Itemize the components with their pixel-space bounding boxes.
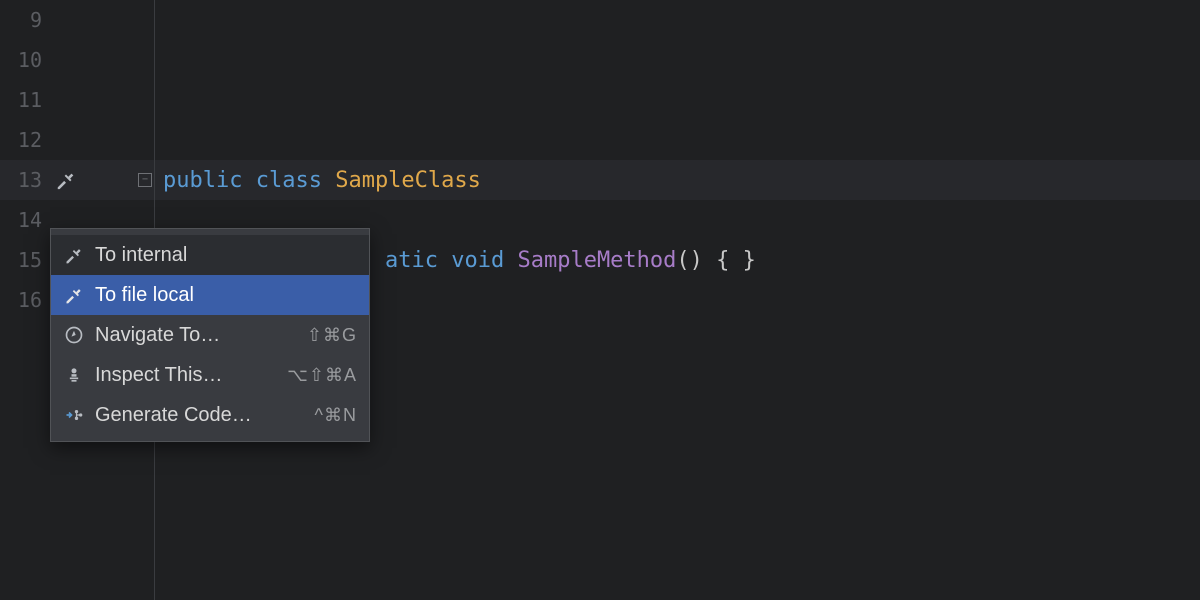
code-content[interactable]: public class SampleClass [155,168,481,193]
menu-item-label: To file local [95,284,347,307]
token-punctuation: () { } [676,248,755,273]
menu-item-generate-code[interactable]: Generate Code… ^⌘N [51,395,369,435]
fold-marker-icon[interactable]: − [138,173,152,187]
hammer-icon [63,244,85,266]
menu-item-shortcut: ⌥⇧⌘A [287,365,357,386]
compass-icon [63,324,85,346]
fold-column [95,80,155,120]
menu-item-shortcut: ⇧⌘G [307,325,357,346]
quick-fix-menu[interactable]: To internal To file local Navigate To… ⇧… [50,228,370,442]
line-number: 15 [0,248,50,272]
line-number: 12 [0,128,50,152]
fold-column[interactable]: − [95,160,155,200]
line-number: 11 [0,88,50,112]
code-line[interactable]: 10 [0,40,1200,80]
token-method: SampleMethod [517,248,676,273]
menu-item-navigate-to[interactable]: Navigate To… ⇧⌘G [51,315,369,355]
menu-item-label: Inspect This… [95,364,277,387]
code-editor: 9 10 11 12 13 − public class Samp [0,0,1200,600]
line-number: 9 [0,8,50,32]
line-number: 16 [0,288,50,312]
fold-column [95,0,155,40]
token-keyword: public [163,168,256,193]
menu-item-to-internal[interactable]: To internal [51,235,369,275]
token-type: SampleClass [335,168,481,193]
hammer-icon [63,284,85,306]
inspector-icon [63,364,85,386]
menu-item-label: To internal [95,244,347,267]
menu-item-shortcut: ^⌘N [315,405,357,426]
menu-item-label: Navigate To… [95,324,297,347]
code-line[interactable]: 12 [0,120,1200,160]
token-keyword: class [256,168,335,193]
generate-icon [63,404,85,426]
code-line-current[interactable]: 13 − public class SampleClass [0,160,1200,200]
fold-column [95,40,155,80]
menu-item-to-file-local[interactable]: To file local [51,275,369,315]
token-keyword: void [451,248,517,273]
code-line[interactable]: 11 [0,80,1200,120]
line-number: 10 [0,48,50,72]
menu-item-label: Generate Code… [95,404,305,427]
hammer-icon[interactable] [55,169,77,191]
line-number: 14 [0,208,50,232]
token-keyword: atic [385,248,451,273]
line-number: 13 [0,168,50,192]
code-line[interactable]: 9 [0,0,1200,40]
menu-item-inspect-this[interactable]: Inspect This… ⌥⇧⌘A [51,355,369,395]
fold-column [95,120,155,160]
gutter-icon-slot[interactable] [50,169,95,191]
